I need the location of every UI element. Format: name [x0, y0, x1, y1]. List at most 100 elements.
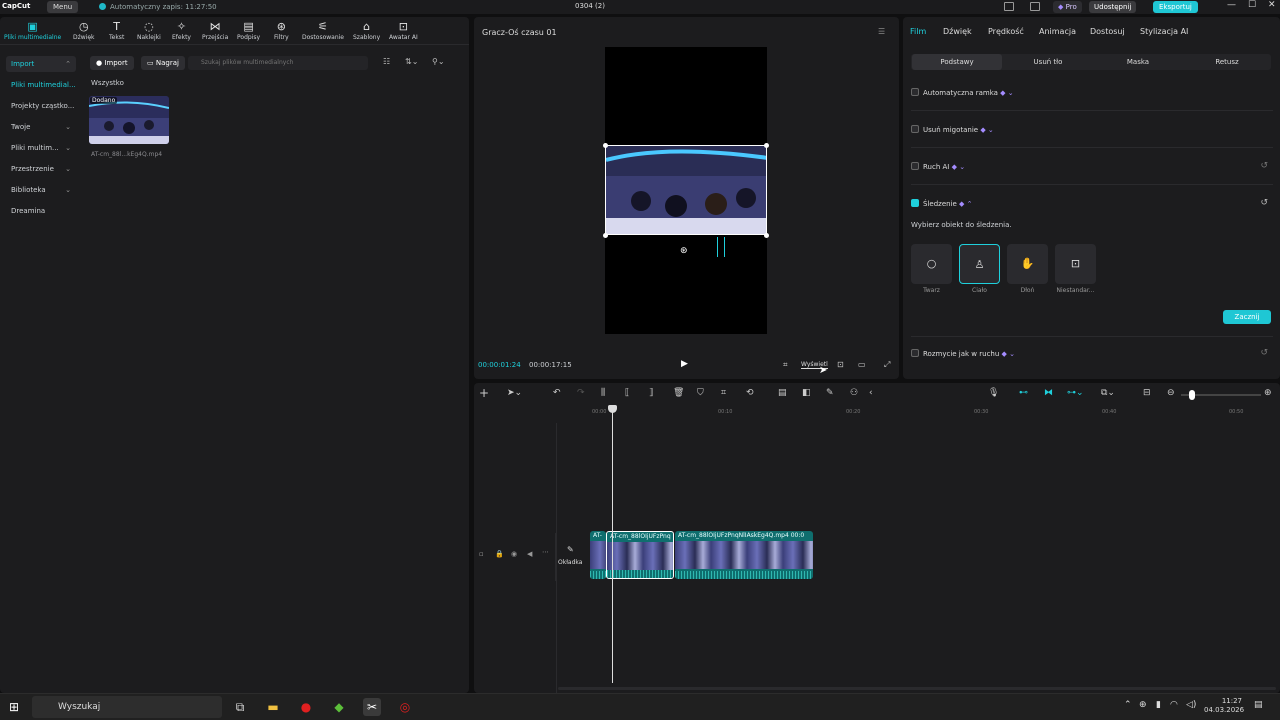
- subtab-basics[interactable]: Podstawy: [912, 54, 1002, 70]
- maximize-icon[interactable]: ☐: [1248, 0, 1256, 10]
- track-face-option[interactable]: ○: [911, 244, 952, 284]
- windows-start-icon[interactable]: ⊞: [9, 700, 19, 714]
- tray-chevron-icon[interactable]: ⌃: [1124, 700, 1132, 710]
- fit-icon[interactable]: ⊟: [1143, 388, 1151, 398]
- reset-icon[interactable]: ↺: [1260, 161, 1268, 171]
- tool-stickers[interactable]: ◌ Naklejki: [137, 20, 161, 41]
- trim-left-icon[interactable]: ⟦: [625, 388, 629, 398]
- wifi-icon[interactable]: ◠: [1170, 700, 1178, 710]
- menu-button[interactable]: Menu: [47, 1, 79, 13]
- sidebar-item-media-files-2[interactable]: Pliki multim... ⌄: [6, 140, 76, 156]
- sidebar-item-dreamina[interactable]: Dreamina: [6, 203, 76, 219]
- playhead[interactable]: [612, 407, 613, 683]
- capcut-taskbar-icon[interactable]: ✂: [363, 698, 381, 716]
- zoom-out-icon[interactable]: ⊖: [1167, 388, 1175, 398]
- add-track-icon[interactable]: +: [479, 386, 489, 400]
- notification-icon[interactable]: ▤: [1254, 700, 1263, 710]
- checkbox-checked[interactable]: [911, 199, 919, 207]
- snap-icon[interactable]: ⊶⌄: [1067, 388, 1084, 398]
- sidebar-item-yours[interactable]: Twoje ⌄: [6, 119, 76, 135]
- volume-icon[interactable]: ◁): [1186, 700, 1196, 710]
- media-search-input[interactable]: [188, 56, 368, 70]
- tool-templates[interactable]: ⌂ Szablony: [353, 20, 380, 41]
- ai-tool-icon[interactable]: ✎: [826, 388, 834, 398]
- trim-right-icon[interactable]: ⟧: [649, 388, 653, 398]
- play-icon[interactable]: ▶: [681, 359, 688, 369]
- close-icon[interactable]: ✕: [1268, 0, 1276, 10]
- record-button[interactable]: ▭ Nagraj: [141, 56, 185, 70]
- sidebar-item-import[interactable]: Import ⌃: [6, 56, 76, 72]
- loop-icon[interactable]: ⟲: [746, 388, 754, 398]
- timeline-clip-selected[interactable]: AT-cm_88lOIjUFzPnq: [606, 531, 674, 579]
- magnet-icon[interactable]: ⊷: [1019, 388, 1028, 398]
- split-icon[interactable]: ⫼: [601, 388, 605, 398]
- delete-icon[interactable]: 🗑: [673, 388, 684, 398]
- pro-button[interactable]: ◆ Pro: [1053, 1, 1082, 13]
- tab-film[interactable]: Film: [910, 27, 926, 36]
- taskbar-search[interactable]: Wyszukaj: [32, 696, 222, 718]
- sidebar-item-spaces[interactable]: Przestrzenie ⌄: [6, 161, 76, 177]
- checkbox[interactable]: [911, 349, 919, 357]
- cover-label[interactable]: Okładka: [558, 559, 582, 566]
- cover-toggle-icon[interactable]: ▫: [479, 550, 484, 558]
- usb-icon[interactable]: ▮: [1156, 700, 1161, 710]
- sidebar-item-library[interactable]: Biblioteka ⌄: [6, 182, 76, 198]
- rotate-icon[interactable]: ⊛: [680, 246, 688, 256]
- zoom-in-icon[interactable]: ⊕: [1264, 388, 1272, 398]
- tool-effects[interactable]: ✧ Efekty: [172, 20, 191, 41]
- preview-canvas[interactable]: ⊛: [603, 47, 769, 334]
- preview-axis-icon[interactable]: ⧉⌄: [1101, 388, 1115, 398]
- resize-handle[interactable]: [764, 233, 769, 238]
- tray-app-icon[interactable]: ⊕: [1139, 700, 1147, 710]
- checkbox[interactable]: [911, 162, 919, 170]
- track-hand-option[interactable]: ✋: [1007, 244, 1048, 284]
- export-button[interactable]: Eksportuj: [1153, 1, 1198, 13]
- option-auto-frame[interactable]: Automatyczna ramka ◆ ⌄: [911, 88, 1014, 97]
- fullscreen-icon[interactable]: ⤢: [884, 360, 890, 370]
- option-ai-motion[interactable]: Ruch AI ◆ ⌄: [911, 162, 965, 171]
- sidebar-item-partial-projects[interactable]: Projekty cząstko...: [6, 98, 76, 114]
- tool-avatar[interactable]: ⊡ Awatar AI: [389, 20, 418, 41]
- chevron-left-icon[interactable]: ‹: [869, 388, 873, 398]
- shortcuts-icon[interactable]: [1030, 2, 1040, 11]
- task-view-icon[interactable]: ⧉: [231, 698, 249, 716]
- reset-icon[interactable]: ↺: [1260, 348, 1268, 358]
- option-remove-flicker[interactable]: Usuń migotanie ◆ ⌄: [911, 125, 994, 134]
- tool-media[interactable]: ▣ Pliki multimedialne: [4, 20, 61, 41]
- freeze-icon[interactable]: ▤: [778, 388, 787, 398]
- person-icon[interactable]: ⚇: [850, 388, 858, 398]
- start-tracking-button[interactable]: Zacznij: [1223, 310, 1271, 324]
- mirror-icon[interactable]: ◧: [802, 388, 811, 398]
- sidebar-item-media-files[interactable]: Pliki multimedial...: [6, 77, 76, 93]
- timeline-clip[interactable]: AT-: [590, 531, 606, 579]
- track-custom-option[interactable]: ⊡: [1055, 244, 1096, 284]
- checkbox[interactable]: [911, 88, 919, 96]
- mute-icon[interactable]: ◀: [527, 550, 532, 558]
- resize-handle[interactable]: [603, 233, 608, 238]
- menu-lines-icon[interactable]: ☰: [878, 27, 885, 36]
- taskbar-clock[interactable]: 11:27 04.03.2026: [1204, 697, 1244, 715]
- minecraft-icon[interactable]: ◆: [330, 698, 348, 716]
- opera-gx-icon[interactable]: ◎: [396, 698, 414, 716]
- zoom-slider[interactable]: [1181, 390, 1261, 400]
- import-button[interactable]: ● Import: [90, 56, 134, 70]
- tab-animation[interactable]: Animacja: [1039, 27, 1076, 36]
- select-tool-icon[interactable]: ➤⌄: [507, 388, 522, 398]
- track-body-option[interactable]: ♙: [959, 244, 1000, 284]
- tab-ai-style[interactable]: Stylizacja AI: [1140, 27, 1188, 36]
- zoom-slider-thumb[interactable]: [1189, 390, 1195, 400]
- redo-icon[interactable]: ↷: [577, 388, 585, 398]
- edit-cover-icon[interactable]: ✎: [567, 545, 574, 554]
- media-thumbnail[interactable]: Dodano: [89, 96, 169, 144]
- video-frame[interactable]: [605, 145, 767, 235]
- crop-icon[interactable]: ⌗: [783, 360, 788, 370]
- microphone-icon[interactable]: 🎙: [988, 388, 999, 398]
- lock-icon[interactable]: 🔒: [495, 550, 504, 558]
- sort-icon[interactable]: ⇅⌄: [405, 57, 418, 66]
- view-list-icon[interactable]: ☷: [383, 57, 390, 66]
- screenshot-icon[interactable]: ⊡: [837, 360, 844, 369]
- tab-adjust[interactable]: Dostosuj: [1090, 27, 1125, 36]
- undo-icon[interactable]: ↶: [553, 388, 561, 398]
- share-button[interactable]: Udostępnij: [1089, 1, 1137, 13]
- ratio-icon[interactable]: ▭: [858, 360, 866, 369]
